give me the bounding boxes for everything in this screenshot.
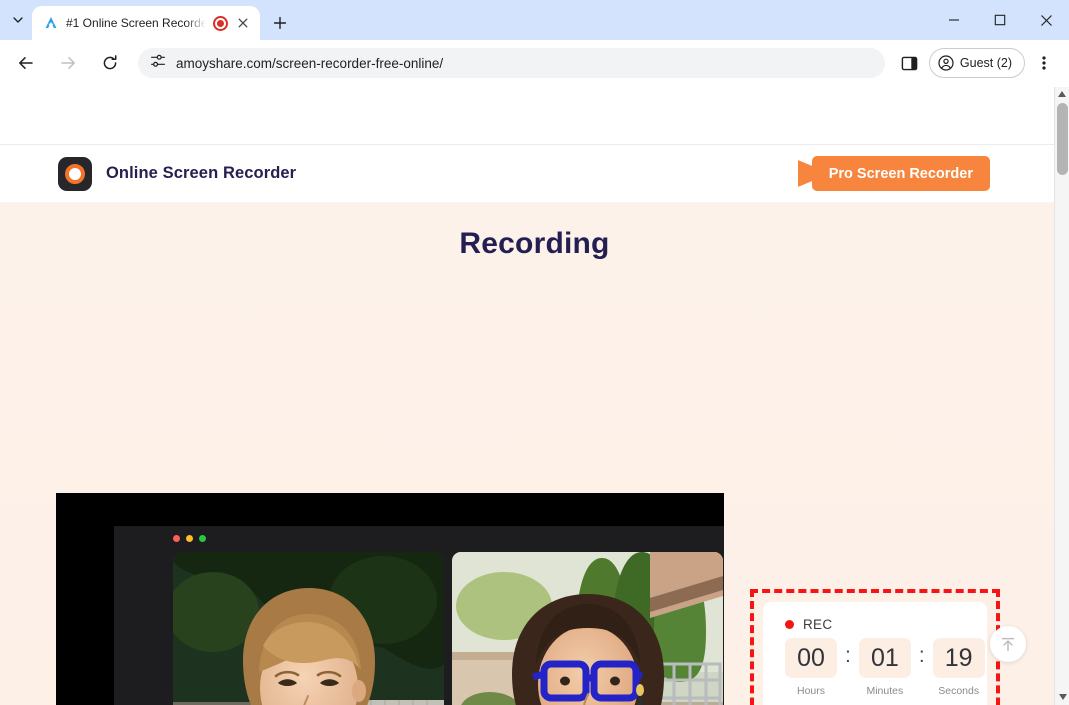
participant-tile-left [173,552,444,705]
three-dot-menu-icon[interactable] [1029,48,1059,78]
close-icon[interactable] [235,15,251,31]
timer-hours-value: 00 [785,638,837,678]
back-arrow-icon[interactable] [10,47,42,79]
scroll-down-arrow-icon[interactable] [1055,690,1069,704]
video-stage [173,552,724,705]
tab-search-chevron-icon[interactable] [4,0,32,40]
arrow-up-to-line-icon [998,634,1018,654]
record-ring-logo-icon [58,157,92,191]
forward-arrow-icon[interactable] [52,47,84,79]
page-body: Recording [0,202,1069,705]
pro-screen-recorder-button[interactable]: Pro Screen Recorder [798,156,990,191]
timer-hours-label: Hours [797,685,825,697]
scroll-up-arrow-icon[interactable] [1055,87,1069,101]
tab-title: #1 Online Screen Recorde [66,16,206,30]
side-panel-icon[interactable] [895,48,925,78]
tab-recording-icon[interactable] [213,16,228,31]
page-title: Recording [0,202,1069,261]
video-call-window [114,526,724,705]
page-top-gap [0,87,1069,144]
window-close-icon[interactable] [1023,0,1069,40]
account-circle-icon [938,55,954,71]
reload-icon[interactable] [94,47,126,79]
timer-separator-2: : [911,638,933,668]
traffic-lights [114,526,724,542]
timer-hours: 00 Hours [785,638,837,697]
window-controls [931,0,1069,40]
address-bar[interactable]: amoyshare.com/screen-recorder-free-onlin… [138,48,885,78]
url-text: amoyshare.com/screen-recorder-free-onlin… [176,56,443,71]
tune-sliders-icon[interactable] [150,53,166,74]
back-to-top-button[interactable] [990,626,1026,662]
amoyshare-a-icon [43,15,59,31]
pro-button-label[interactable]: Pro Screen Recorder [812,156,990,191]
page-viewport: Online Screen Recorder Pro Screen Record… [0,87,1069,705]
brand-name: Online Screen Recorder [106,164,296,183]
timer-minutes: 01 Minutes [859,638,911,697]
toolbar-right-group: Guest (2) [895,48,1063,78]
timer-seconds-value: 19 [933,638,985,678]
timer-separator-1: : [837,638,859,668]
timer-card: REC 00 Hours : 01 Minutes : [763,602,987,705]
timer-seconds: 19 Seconds [933,638,985,697]
scrollbar-thumb[interactable] [1057,103,1068,175]
new-tab-button[interactable] [266,9,294,37]
brand[interactable]: Online Screen Recorder [58,157,296,191]
timer-seconds-label: Seconds [938,685,979,697]
maximize-icon[interactable] [977,0,1023,40]
recording-status: REC [785,617,987,632]
site-header: Online Screen Recorder Pro Screen Record… [0,144,1069,202]
recording-timer: 00 Hours : 01 Minutes : 19 Seconds [785,638,987,697]
recording-preview [56,493,724,705]
recording-dot-icon [785,620,794,629]
timer-minutes-label: Minutes [866,685,903,697]
timer-minutes-value: 01 [859,638,911,678]
browser-toolbar: amoyshare.com/screen-recorder-free-onlin… [0,40,1069,86]
browser-window: #1 Online Screen Recorde [0,0,1069,705]
participant-tile-right [452,552,723,705]
profile-chip[interactable]: Guest (2) [929,48,1025,78]
tab-strip: #1 Online Screen Recorde [0,0,1069,40]
profile-label: Guest (2) [960,56,1012,70]
recording-status-label: REC [803,617,832,632]
browser-tab[interactable]: #1 Online Screen Recorde [32,6,260,40]
minimize-icon[interactable] [931,0,977,40]
page-scrollbar[interactable] [1054,87,1069,705]
recorder-control-panel: REC 00 Hours : 01 Minutes : [750,589,1000,705]
